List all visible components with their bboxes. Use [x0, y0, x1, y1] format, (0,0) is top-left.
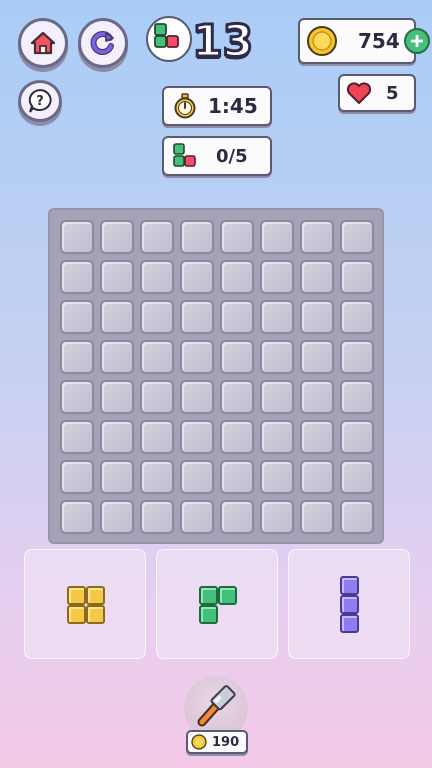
plus-icon: [411, 35, 423, 47]
stopwatch-icon: [174, 93, 196, 119]
hammer-icon: [197, 685, 236, 727]
board-cell[interactable]: [260, 500, 294, 534]
board-cell[interactable]: [180, 500, 214, 534]
board-cell[interactable]: [140, 420, 174, 454]
heart-icon: [346, 82, 372, 104]
coin-icon: [191, 734, 207, 750]
board-cell[interactable]: [180, 300, 214, 334]
add-coins-button[interactable]: [404, 28, 430, 54]
timer-display: 1:45: [162, 86, 272, 126]
board-cell[interactable]: [100, 300, 134, 334]
board-cell[interactable]: [180, 460, 214, 494]
board-cell[interactable]: [340, 220, 374, 254]
board-cell[interactable]: [220, 460, 254, 494]
board-cell[interactable]: [220, 340, 254, 374]
piece-slot-2[interactable]: [156, 549, 278, 659]
level-number: 13: [190, 16, 254, 67]
board-cell[interactable]: [260, 420, 294, 454]
board-cell[interactable]: [260, 220, 294, 254]
board-cell[interactable]: [100, 460, 134, 494]
board-cell[interactable]: [340, 340, 374, 374]
board-cell[interactable]: [300, 500, 334, 534]
coin-icon: [307, 26, 337, 56]
board-cell[interactable]: [260, 380, 294, 414]
board-cell[interactable]: [140, 380, 174, 414]
board-cell[interactable]: [60, 300, 94, 334]
board-cell[interactable]: [140, 460, 174, 494]
game-board[interactable]: [48, 208, 384, 544]
blocks-icon: [173, 143, 196, 167]
board-cell[interactable]: [140, 340, 174, 374]
board-cell[interactable]: [220, 420, 254, 454]
line-piece[interactable]: [340, 576, 359, 633]
help-button[interactable]: ?: [18, 80, 62, 122]
board-cell[interactable]: [220, 300, 254, 334]
board-cell[interactable]: [300, 260, 334, 294]
lives-counter: 5: [338, 74, 416, 112]
board-cell[interactable]: [260, 460, 294, 494]
piece-slot-3[interactable]: [288, 549, 410, 659]
board-cell[interactable]: [60, 460, 94, 494]
board-cell[interactable]: [100, 420, 134, 454]
board-cell[interactable]: [180, 340, 214, 374]
board-cell[interactable]: [220, 220, 254, 254]
hammer-price-value: 190: [212, 734, 240, 750]
board-cell[interactable]: [180, 220, 214, 254]
board-cell[interactable]: [60, 220, 94, 254]
board-cell[interactable]: [260, 340, 294, 374]
l-piece[interactable]: [199, 586, 237, 624]
board-cell[interactable]: [220, 380, 254, 414]
board-cell[interactable]: [300, 340, 334, 374]
board-cell[interactable]: [140, 260, 174, 294]
board-cell[interactable]: [180, 420, 214, 454]
board-cell[interactable]: [340, 300, 374, 334]
board-cell[interactable]: [140, 220, 174, 254]
board-cell[interactable]: [260, 300, 294, 334]
board-cell[interactable]: [300, 380, 334, 414]
board-cell[interactable]: [60, 380, 94, 414]
goal-display: 0/5: [162, 136, 272, 176]
board-cell[interactable]: [340, 500, 374, 534]
board-cell[interactable]: [100, 500, 134, 534]
board-cell[interactable]: [60, 420, 94, 454]
board-cell[interactable]: [60, 340, 94, 374]
help-icon: ?: [28, 88, 52, 113]
board-cell[interactable]: [180, 260, 214, 294]
board-cell[interactable]: [140, 300, 174, 334]
hammer-price: 190: [186, 730, 248, 754]
level-icon-badge: [146, 16, 192, 62]
home-button[interactable]: [18, 18, 68, 68]
board-cell[interactable]: [300, 300, 334, 334]
board-cell[interactable]: [260, 260, 294, 294]
goal-value: 0/5: [216, 145, 248, 167]
board-cell[interactable]: [100, 340, 134, 374]
board-cell[interactable]: [340, 380, 374, 414]
board-cell[interactable]: [60, 260, 94, 294]
timer-value: 1:45: [208, 94, 258, 118]
board-cell[interactable]: [300, 220, 334, 254]
board-cell[interactable]: [100, 220, 134, 254]
board-cell[interactable]: [340, 460, 374, 494]
restart-button[interactable]: [78, 18, 128, 68]
coin-counter: 754: [298, 18, 416, 64]
board-cell[interactable]: [340, 260, 374, 294]
board-cell[interactable]: [60, 500, 94, 534]
piece-slot-1[interactable]: [24, 549, 146, 659]
board-cell[interactable]: [180, 380, 214, 414]
home-icon: [30, 31, 56, 55]
board-cell[interactable]: [220, 500, 254, 534]
coin-value: 754: [358, 29, 400, 53]
board-cell[interactable]: [220, 260, 254, 294]
board-cell[interactable]: [300, 420, 334, 454]
blocks-icon: [154, 23, 179, 48]
board-cell[interactable]: [100, 260, 134, 294]
square-piece[interactable]: [67, 586, 105, 624]
board-cell[interactable]: [340, 420, 374, 454]
board-cell[interactable]: [100, 380, 134, 414]
svg-text:?: ?: [36, 94, 44, 109]
board-cell[interactable]: [300, 460, 334, 494]
board-cell[interactable]: [140, 500, 174, 534]
restart-icon: [90, 31, 114, 55]
lives-value: 5: [386, 82, 399, 104]
